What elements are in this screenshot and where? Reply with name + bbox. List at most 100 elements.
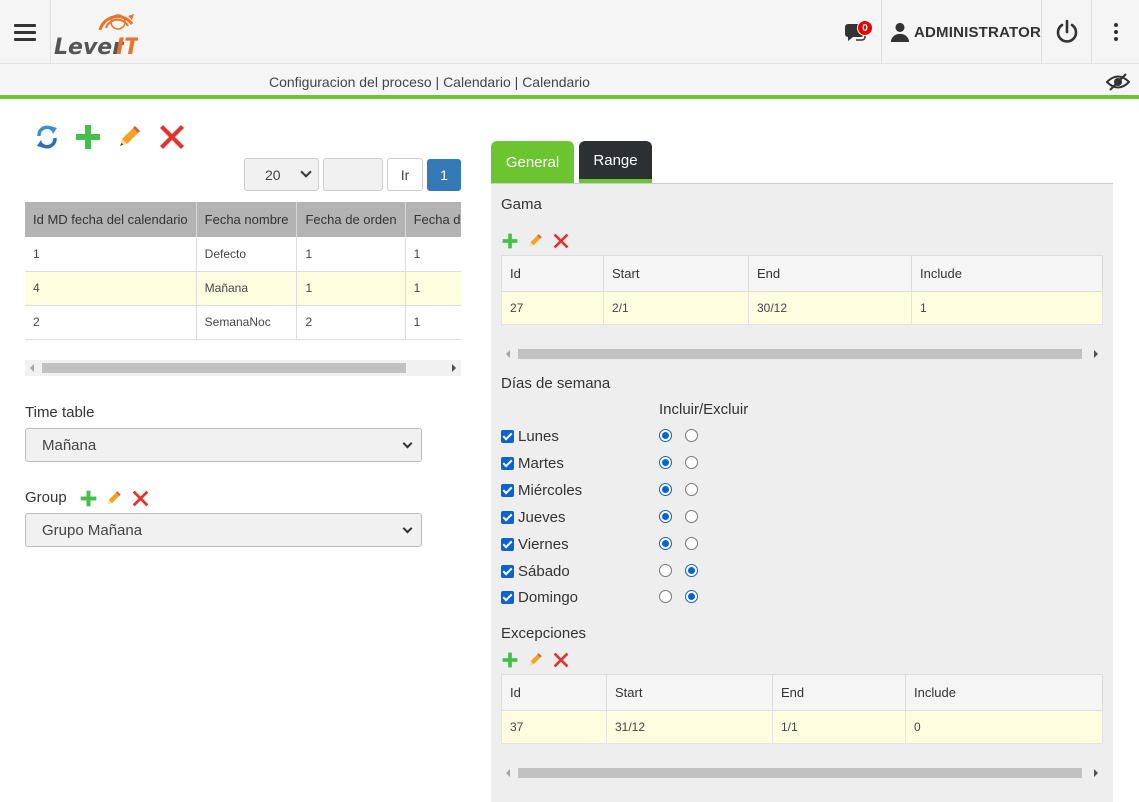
column-header[interactable]: Id MD fecha del calendario [25, 202, 197, 237]
calendar-table-scrollbar[interactable] [25, 360, 461, 376]
scrollbar-thumb[interactable] [518, 349, 1082, 359]
page-number-input[interactable] [323, 158, 383, 191]
user-menu[interactable]: ADMINISTRATOR [882, 0, 1042, 64]
weekday-checkbox[interactable] [501, 456, 514, 470]
exclude-radio[interactable] [685, 590, 698, 603]
add-icon[interactable] [75, 124, 101, 150]
weekdays-title: Días de semana [501, 375, 611, 392]
weekday-checkbox[interactable] [501, 483, 514, 497]
notifications-button[interactable]: 0 [830, 0, 882, 64]
table-row[interactable]: 1 Defecto 1 1 [25, 237, 461, 272]
gama-table-scrollbar[interactable] [501, 346, 1103, 362]
scroll-right-icon[interactable] [1094, 350, 1098, 358]
time-table-label: Time table [25, 404, 95, 421]
exceptions-table-scrollbar[interactable] [501, 765, 1103, 781]
table-row[interactable]: 4 Mañana 1 1 [25, 271, 461, 306]
table-cell: 0 [905, 710, 1103, 744]
tab-range[interactable]: Range [579, 141, 652, 183]
exclude-radio[interactable] [685, 483, 698, 496]
delete-icon[interactable] [159, 124, 185, 150]
table-row[interactable]: 2 SemanaNoc 2 1 [25, 305, 461, 340]
column-header[interactable]: End [748, 255, 912, 292]
scroll-right-icon[interactable] [452, 364, 456, 372]
eye-slash-icon[interactable] [1105, 72, 1131, 92]
column-header[interactable]: Id [501, 255, 604, 292]
table-cell: Mañana [196, 271, 298, 306]
scroll-left-icon[interactable] [506, 769, 510, 777]
column-header[interactable]: Start [606, 674, 773, 711]
include-radio[interactable] [659, 564, 672, 577]
edit-group-icon[interactable] [105, 489, 123, 507]
logout-button[interactable] [1042, 0, 1092, 64]
excepciones-title: Excepciones [501, 625, 587, 642]
breadcrumb: Configuracion del proceso | Calendario |… [269, 74, 590, 90]
exclude-radio[interactable] [685, 564, 698, 577]
weekday-checkbox[interactable] [501, 590, 514, 604]
scrollbar-thumb[interactable] [42, 363, 406, 373]
column-header[interactable]: Start [603, 255, 749, 292]
top-bar: Lever IT 0 ADMINISTRATOR [0, 0, 1139, 64]
weekday-checkbox[interactable] [501, 564, 514, 578]
table-cell: 4 [25, 271, 197, 306]
lever-it-logo: Lever IT [54, 6, 141, 60]
include-radio[interactable] [659, 537, 672, 550]
chevron-down-icon [300, 166, 312, 178]
add-exception-icon[interactable] [501, 651, 518, 668]
exclude-radio[interactable] [685, 429, 698, 442]
user-name: ADMINISTRATOR [913, 23, 1041, 41]
delete-gama-icon[interactable] [552, 232, 569, 249]
scrollbar-thumb[interactable] [518, 768, 1082, 778]
add-gama-icon[interactable] [501, 232, 518, 249]
include-radio[interactable] [659, 510, 672, 523]
scroll-right-icon[interactable] [1094, 769, 1098, 777]
weekday-label: Viernes [518, 535, 569, 553]
power-icon [1056, 19, 1077, 43]
weekday-label: Lunes [518, 427, 559, 445]
table-cell: 30/12 [748, 291, 912, 325]
page-size-select[interactable]: 20 [244, 158, 319, 191]
column-header[interactable]: Fecha de e [405, 202, 461, 237]
add-group-icon[interactable] [79, 489, 97, 507]
weekday-item: Domingo [501, 587, 578, 607]
exclude-radio[interactable] [685, 510, 698, 523]
go-button[interactable]: Ir [387, 158, 423, 191]
page-button-1[interactable]: 1 [427, 159, 461, 191]
column-header[interactable]: Include [911, 255, 1103, 292]
refresh-icon[interactable] [34, 124, 60, 150]
table-cell: 27 [501, 291, 604, 325]
more-options-icon[interactable] [1092, 0, 1139, 64]
weekday-checkbox[interactable] [501, 510, 514, 524]
table-row[interactable]: 37 31/12 1/1 0 [501, 710, 1103, 744]
weekday-label: Martes [518, 454, 564, 472]
column-header[interactable]: Include [905, 674, 1103, 711]
edit-icon[interactable] [117, 124, 143, 150]
column-header[interactable]: Fecha nombre [196, 202, 298, 237]
include-radio[interactable] [659, 456, 672, 469]
delete-group-icon[interactable] [131, 489, 149, 507]
weekday-checkbox[interactable] [501, 537, 514, 551]
delete-exception-icon[interactable] [552, 651, 569, 668]
table-cell: 1 [405, 271, 461, 306]
exclude-radio[interactable] [685, 456, 698, 469]
time-table-select[interactable]: Mañana [25, 428, 422, 462]
scroll-left-icon[interactable] [30, 364, 34, 372]
include-radio[interactable] [659, 483, 672, 496]
column-header[interactable]: Fecha de orden [296, 202, 406, 237]
menu-icon[interactable] [0, 0, 51, 64]
edit-exception-icon[interactable] [527, 651, 544, 668]
include-radio[interactable] [659, 429, 672, 442]
gama-table: Id Start End Include 27 2/1 30/12 1 [501, 255, 1103, 325]
include-radio[interactable] [659, 590, 672, 603]
tab-general[interactable]: General [491, 141, 574, 183]
column-header[interactable]: End [772, 674, 906, 711]
weekday-item: Sábado [501, 561, 570, 581]
edit-gama-icon[interactable] [527, 232, 544, 249]
scroll-left-icon[interactable] [506, 350, 510, 358]
exclude-radio[interactable] [685, 537, 698, 550]
table-row[interactable]: 27 2/1 30/12 1 [501, 291, 1103, 325]
weekday-checkbox[interactable] [501, 429, 514, 443]
group-select[interactable]: Grupo Mañana [25, 513, 422, 547]
column-header[interactable]: Id [501, 674, 607, 711]
weekday-item: Lunes [501, 426, 559, 446]
weekday-item: Viernes [501, 534, 569, 554]
